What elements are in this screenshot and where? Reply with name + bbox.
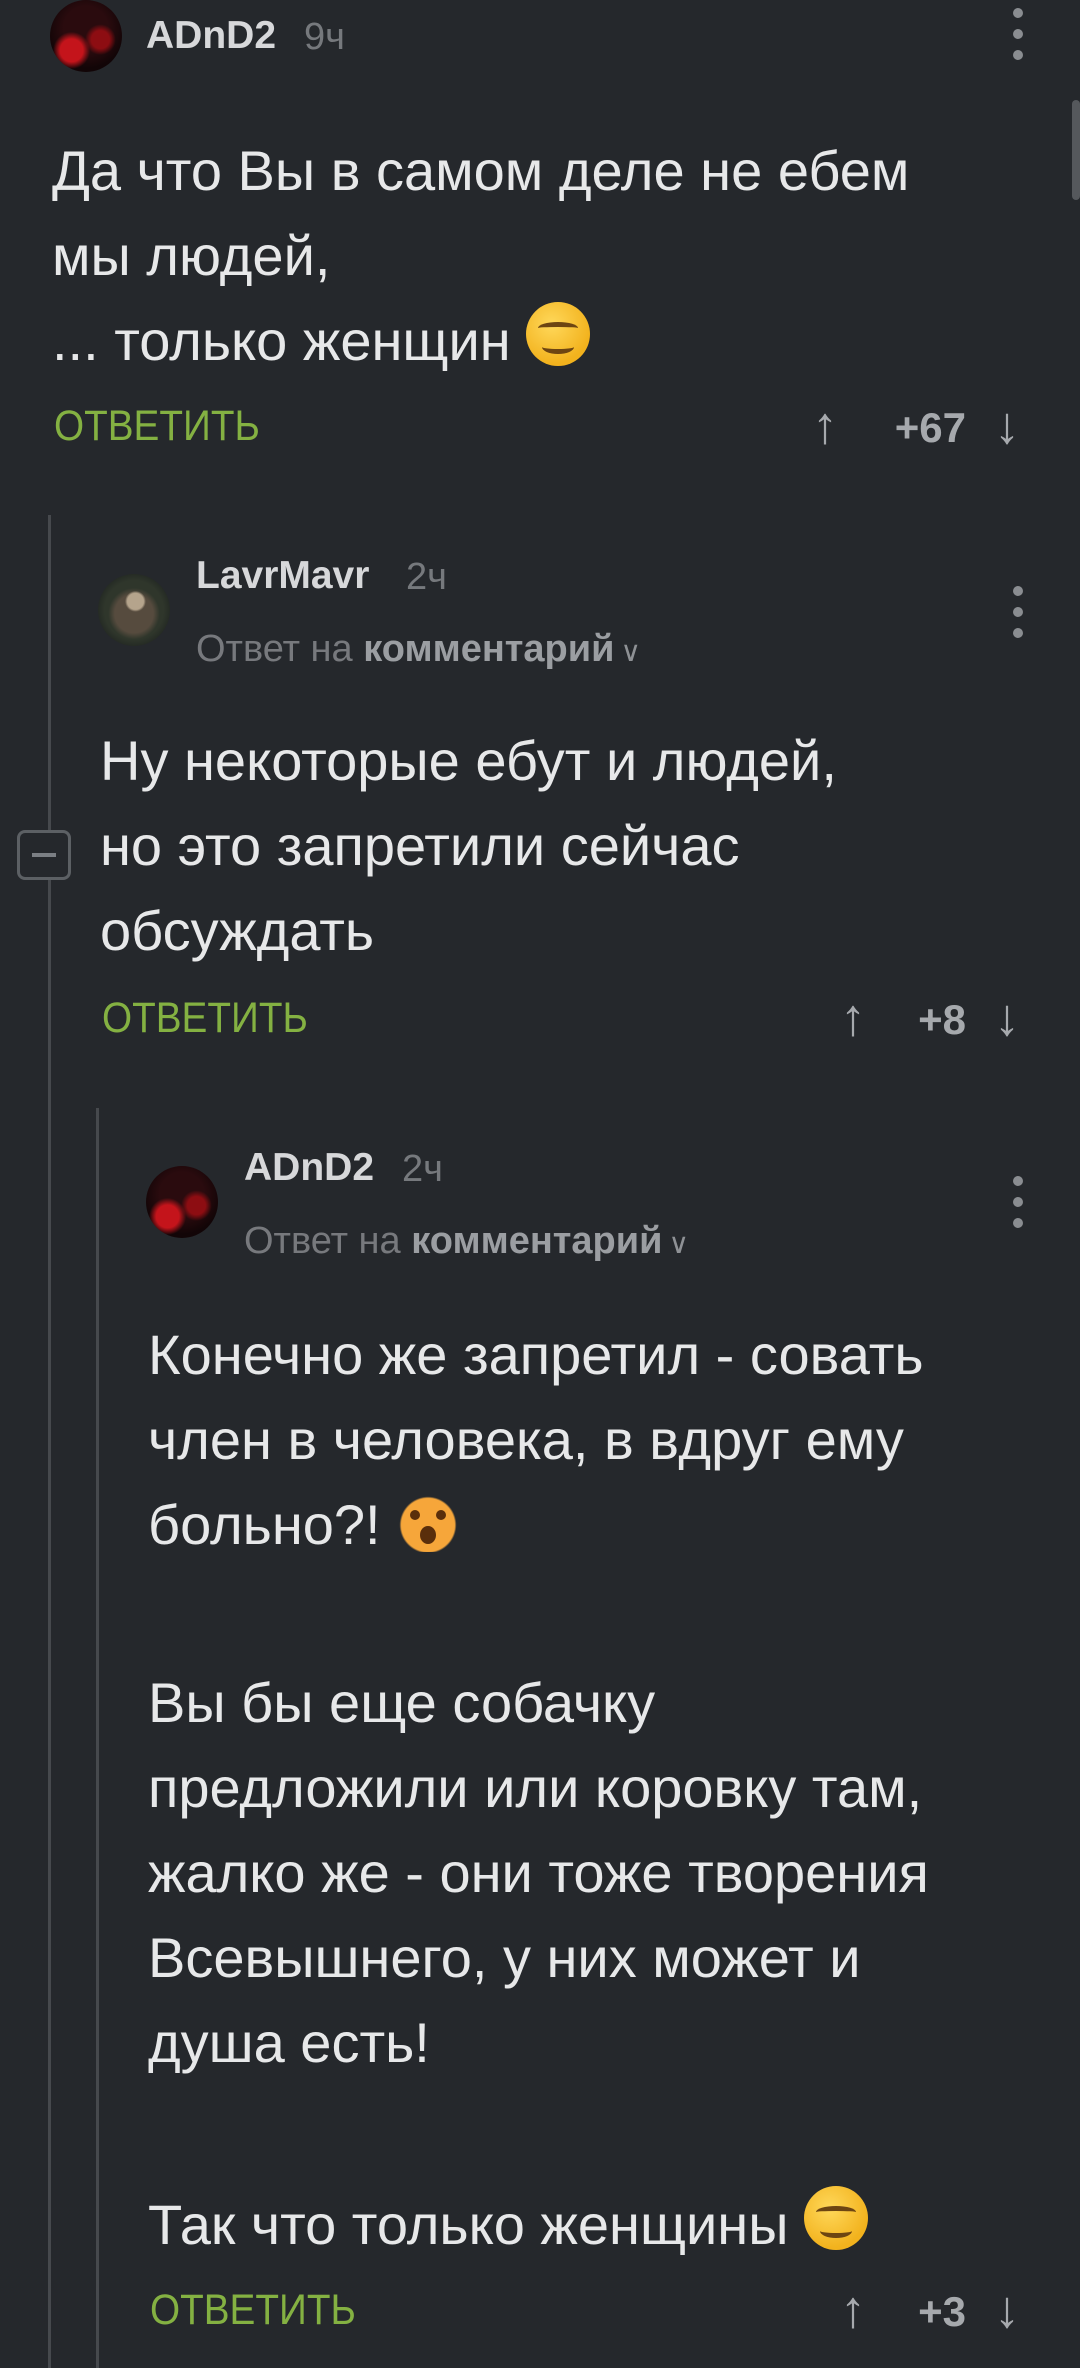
comment-time: 2ч: [402, 1148, 443, 1190]
smiling-face-icon: [804, 2186, 869, 2250]
reply-button[interactable]: ОТВЕТИТЬ: [150, 2286, 356, 2335]
avatar[interactable]: [146, 1166, 218, 1238]
chevron-down-icon[interactable]: ∨: [668, 1228, 689, 1259]
comment-text-content: Так что только женщины: [148, 2193, 789, 2256]
more-vertical-icon[interactable]: [1012, 1172, 1024, 1236]
comment-3: ADnD2 2ч Ответ на комментарий ∨ Конечно ж…: [0, 0, 1080, 2368]
comment-text-content: Конечно же запретил - совать член в чело…: [148, 1323, 924, 1556]
comment-text-paragraph-3: Так что только женщины: [148, 2182, 869, 2267]
reply-to-label: Ответ на комментарий ∨: [244, 1220, 689, 1263]
reply-to-prefix: Ответ на: [244, 1220, 401, 1262]
reply-to-target-link[interactable]: комментарий: [411, 1220, 662, 1262]
rating-value: +3: [918, 2288, 966, 2335]
arrow-down-icon[interactable]: ↓: [994, 2284, 1020, 2336]
comment-text-paragraph-1: Конечно же запретил - совать член в чело…: [148, 1312, 924, 1567]
comments-page: ADnD2 9ч Да что Вы в самом деле не ебем …: [0, 0, 1080, 2368]
weary-cat-icon: [396, 1492, 461, 1552]
comment-author[interactable]: ADnD2: [244, 1146, 374, 1190]
arrow-up-icon[interactable]: ↑: [840, 2284, 866, 2336]
comment-text-paragraph-2: Вы бы еще собачку предложили или коровку…: [148, 1671, 929, 2074]
